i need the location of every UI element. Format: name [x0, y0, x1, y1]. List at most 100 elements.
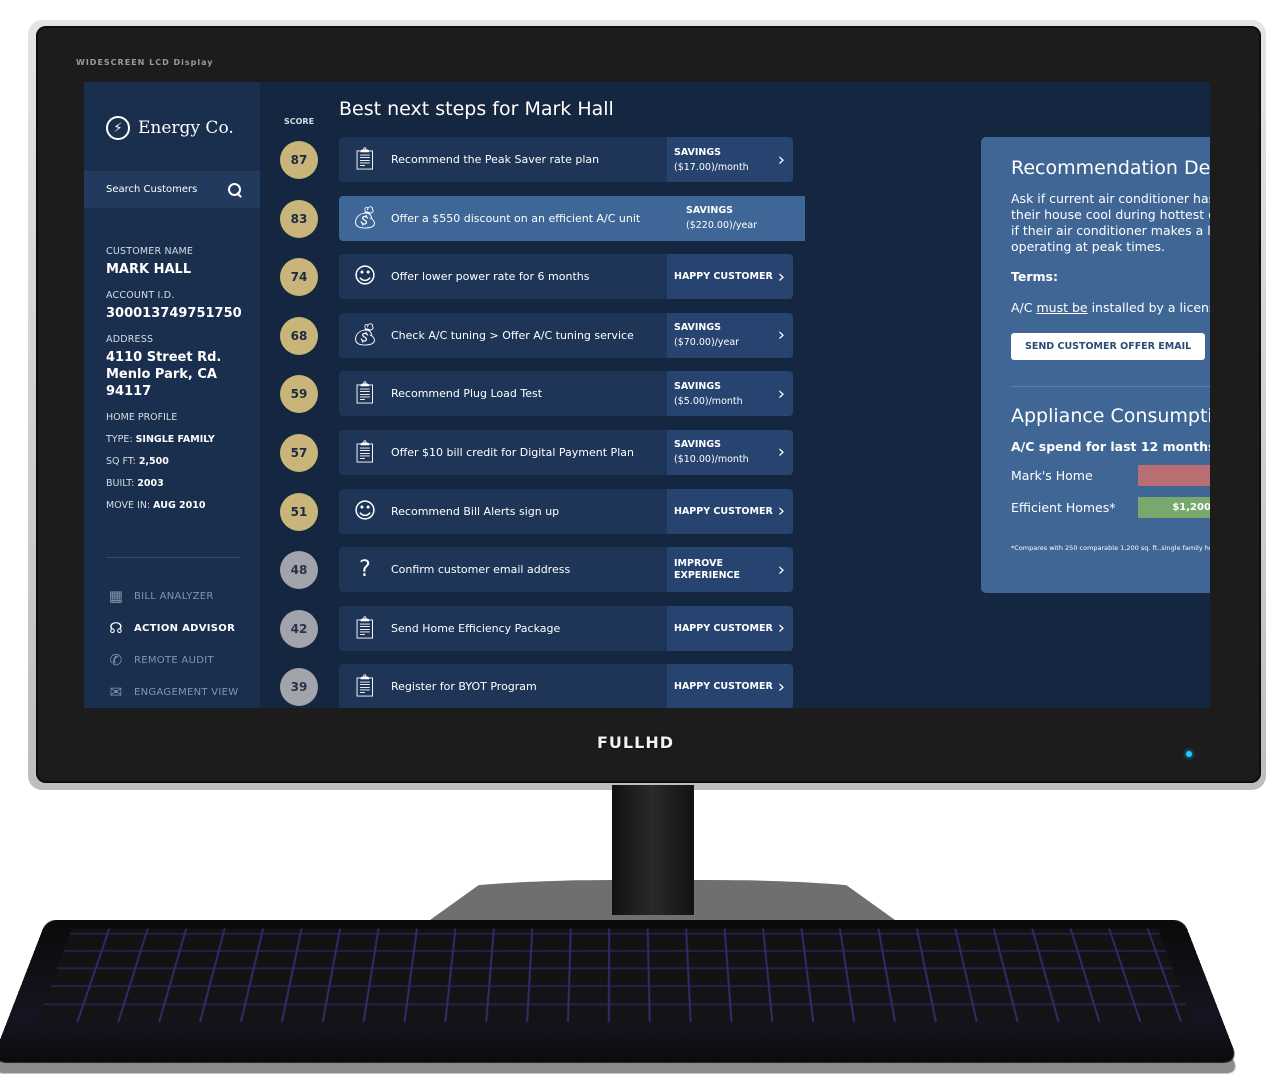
score-badge: 87: [280, 141, 318, 179]
send-offer-email-button[interactable]: SEND CUSTOMER OFFER EMAIL: [1011, 333, 1206, 360]
consumption-bar-row: Mark's Home $1750: [1011, 465, 1210, 486]
recommendation-details-panel: × Recommendation Details Ask if current …: [981, 137, 1210, 593]
next-step-card[interactable]: 📋︎ Register for BYOT Program HAPPY CUSTOME…: [339, 664, 793, 708]
profile-key: BUILT:: [106, 478, 138, 489]
tag-subtitle: ($220.00)/year: [686, 220, 758, 232]
tag-content: HAPPY CUSTOMER: [674, 506, 773, 517]
next-step-tag[interactable]: SAVINGS ($10.00)/month ›: [667, 429, 793, 475]
next-step-card[interactable]: 📋︎ Send Home Efficiency Package HAPPY CUST…: [339, 605, 793, 651]
next-step-tag[interactable]: HAPPY CUSTOMER ›: [667, 488, 793, 534]
tag-content: SAVINGS ($10.00)/month: [674, 439, 749, 465]
score-badge: 74: [280, 258, 318, 297]
score-badge: 51: [280, 492, 318, 531]
customer-name-label: CUSTOMER NAME: [106, 246, 194, 257]
next-step-tag[interactable]: HAPPY CUSTOMER ›: [667, 664, 793, 708]
sidebar-item-label: ENGAGEMENT VIEW: [134, 686, 239, 698]
next-step-tag[interactable]: HAPPY CUSTOMER ›: [667, 254, 793, 300]
score-badge: 39: [280, 668, 318, 707]
next-step-text: Offer a $550 discount on an efficient A/…: [391, 211, 641, 225]
chevron-right-icon[interactable]: ›: [778, 383, 785, 404]
tag-subtitle: ($10.00)/month: [674, 454, 749, 466]
next-step-text: Check A/C tuning > Offer A/C tuning serv…: [391, 328, 634, 342]
sidebar-item-bill-analyzer[interactable]: ▦ BILL ANALYZER: [106, 580, 239, 612]
chevron-right-icon[interactable]: ›: [778, 149, 785, 170]
stand-neck: [612, 785, 694, 915]
next-step-card[interactable]: 💰︎ Offer a $550 discount on an efficient …: [339, 195, 805, 241]
search-icon[interactable]: [228, 182, 242, 197]
next-step-card[interactable]: ☺ Recommend Bill Alerts sign up HAPPY CUST…: [339, 488, 793, 534]
search-customers-input[interactable]: Search Customers: [84, 171, 260, 208]
lightning-bolt-icon: ⚡︎: [106, 116, 130, 140]
home-profile-item: BUILT: 2003: [106, 478, 256, 489]
chevron-right-icon[interactable]: ›: [778, 676, 785, 697]
details-body: Ask if current air conditioner has diffi…: [1011, 191, 1210, 254]
next-step-tag[interactable]: SAVINGS ($70.00)/year ›: [667, 312, 793, 358]
tag-title: SAVINGS: [674, 146, 722, 158]
chevron-right-icon[interactable]: ›: [778, 325, 785, 346]
chevron-right-icon[interactable]: ›: [778, 618, 785, 639]
next-step-card[interactable]: ? Confirm customer email address IMPROVE EX…: [339, 547, 793, 593]
bar-label: Efficient Homes*: [1011, 500, 1116, 515]
details-divider: [1011, 386, 1210, 387]
tag-title: IMPROVE: [674, 558, 723, 570]
address-line-2: Menlo Park, CA: [106, 367, 217, 382]
next-step-card[interactable]: 💰︎ Check A/C tuning > Offer A/C tuning se…: [339, 312, 793, 358]
next-step-card[interactable]: 📋︎ Recommend Plug Load Test SAVINGS ($5.00)…: [339, 371, 793, 417]
profile-value: AUG 2010: [153, 500, 206, 511]
tag-title: HAPPY CUSTOMER: [674, 622, 773, 634]
customer-info: CUSTOMER NAME MARK HALL ACCOUNT I.D. 300…: [106, 246, 256, 522]
next-step-text: Recommend Bill Alerts sign up: [391, 504, 560, 518]
next-step-tag[interactable]: HAPPY CUSTOMER ›: [667, 605, 793, 651]
sidebar-item-remote-audit[interactable]: ✆ REMOTE AUDIT: [106, 644, 239, 676]
tag-content: HAPPY CUSTOMER: [674, 623, 773, 634]
next-step-card[interactable]: 📋︎ Recommend the Peak Saver rate plan SAVI…: [339, 137, 793, 182]
score-badge: 57: [280, 433, 318, 472]
next-step-text: Offer lower power rate for 6 months: [391, 270, 590, 284]
chevron-right-icon[interactable]: ›: [778, 266, 785, 287]
next-step-text: Register for BYOT Program: [391, 680, 537, 694]
power-led-icon: [1186, 751, 1192, 757]
next-step-text: Confirm customer email address: [391, 563, 571, 577]
consumption-bars: Mark's Home $1750 Efficient Homes* $1,200: [1011, 465, 1210, 518]
sidebar-item-action-advisor[interactable]: ☊ ACTION ADVISOR: [106, 612, 239, 644]
chevron-right-icon[interactable]: ›: [778, 501, 785, 522]
terms-text: A/C must be installed by a licensed cont…: [1011, 300, 1210, 315]
tag-title: SAVINGS: [686, 205, 734, 217]
tag-subtitle: ($17.00)/month: [674, 161, 749, 173]
chevron-right-icon[interactable]: ›: [778, 559, 785, 580]
tag-title: SAVINGS: [674, 439, 722, 451]
sidebar-item-engagement-view[interactable]: ✉ ENGAGEMENT VIEW: [106, 676, 239, 708]
appliance-consumption-subtitle: A/C spend for last 12 months: [1011, 439, 1210, 454]
consumption-bar: $1,200: [1138, 497, 1210, 518]
main-content: SCORE Best next steps for Mark Hall 87 📋︎…: [260, 82, 1210, 708]
envelope-icon: ✉: [109, 683, 123, 701]
next-step-card[interactable]: ☺ Offer lower power rate for 6 months HAPP…: [339, 254, 793, 300]
next-step-tag[interactable]: SAVINGS ($17.00)/month ›: [667, 137, 793, 182]
page-title: Best next steps for Mark Hall: [339, 98, 614, 120]
sidebar-item-label: REMOTE AUDIT: [134, 654, 214, 666]
home-profile-list: TYPE: SINGLE FAMILY SQ FT: 2,500 BUILT: 20…: [106, 434, 256, 511]
next-step-tag[interactable]: IMPROVE EXPERIENCE ›: [667, 547, 793, 593]
address-line-1: 4110 Street Rd.: [106, 350, 222, 365]
address-label: ADDRESS: [106, 334, 154, 345]
next-step-text: Recommend Plug Load Test: [391, 387, 543, 401]
sidebar-nav: ▦ BILL ANALYZER ☊ ACTION ADVISOR ✆ REMOTE AUD…: [106, 580, 239, 708]
tag-content: SAVINGS ($220.00)/year: [686, 205, 757, 231]
next-step-card[interactable]: 📋︎ Offer $10 bill credit for Digital Paym…: [339, 429, 793, 475]
profile-key: MOVE IN:: [106, 500, 154, 511]
money-bag-icon: 💰︎: [351, 322, 379, 348]
next-step-tag[interactable]: SAVINGS ($5.00)/month ›: [667, 371, 793, 417]
tag-title: HAPPY CUSTOMER: [674, 271, 773, 283]
chevron-right-icon[interactable]: ›: [778, 442, 785, 463]
consumption-bar-row: Efficient Homes* $1,200: [1011, 497, 1210, 518]
brand-logo[interactable]: ⚡︎ Energy Co.: [106, 116, 234, 140]
next-step-text: Recommend the Peak Saver rate plan: [391, 153, 600, 166]
terms-text-post: installed by a licensed contractor.: [1091, 300, 1210, 315]
profile-value: SINGLE FAMILY: [135, 434, 215, 445]
home-profile-item: MOVE IN: AUG 2010: [106, 500, 256, 511]
tag-title: SAVINGS: [674, 380, 722, 392]
account-id-label: ACCOUNT I.D.: [106, 290, 175, 301]
home-profile-item: TYPE: SINGLE FAMILY: [106, 434, 256, 445]
next-step-tag[interactable]: SAVINGS ($220.00)/year: [679, 196, 805, 241]
tag-content: HAPPY CUSTOMER: [674, 271, 773, 282]
